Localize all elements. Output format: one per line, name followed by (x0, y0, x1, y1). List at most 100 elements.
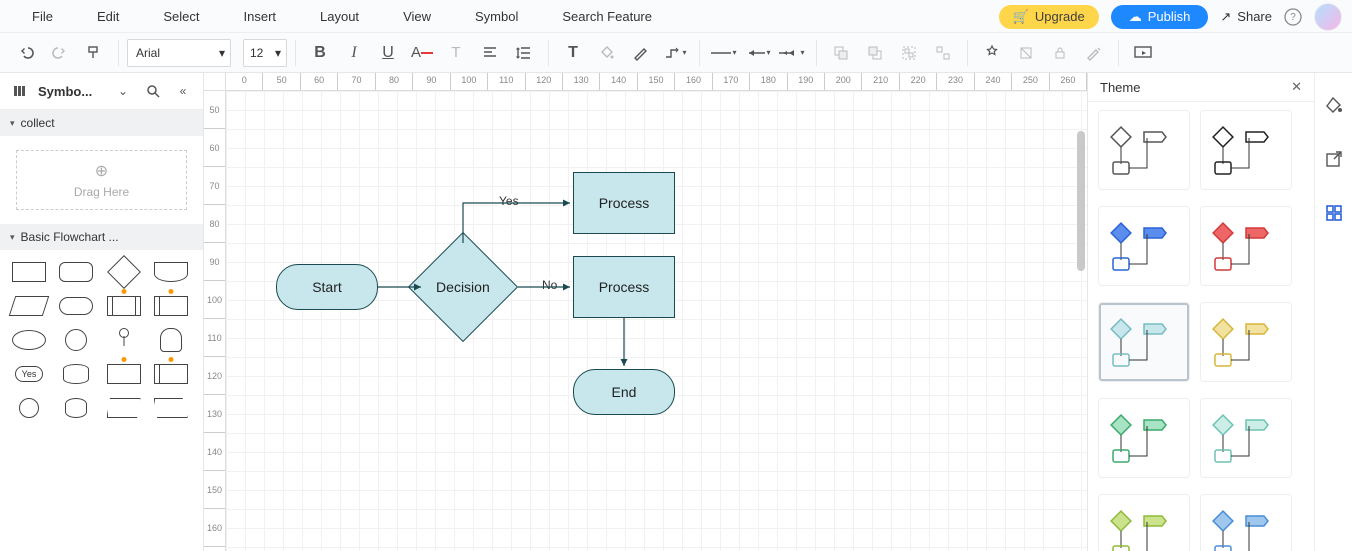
menu-layout[interactable]: Layout (298, 0, 381, 33)
node-process-2[interactable]: Process (573, 256, 675, 318)
insert-text-button[interactable]: T (557, 37, 589, 69)
canvas-vertical-scrollbar[interactable] (1075, 91, 1087, 331)
shape-manual-operation[interactable] (152, 394, 190, 422)
paint-bucket-icon[interactable] (1322, 93, 1346, 117)
section-collect[interactable]: collect (0, 110, 203, 136)
theme-card[interactable] (1098, 206, 1190, 286)
ruler-h-tick: 90 (413, 73, 450, 90)
font-size-select[interactable]: 12 ▾ (243, 39, 287, 67)
shape-database[interactable] (57, 360, 95, 388)
theme-card[interactable] (1200, 110, 1292, 190)
node-start[interactable]: Start (276, 264, 378, 310)
shape-direct-data[interactable] (57, 394, 95, 422)
format-painter-button[interactable] (78, 37, 110, 69)
chevron-down-icon[interactable]: ⌄ (111, 79, 135, 103)
theme-card[interactable] (1098, 398, 1190, 478)
theme-card[interactable] (1200, 302, 1292, 382)
shape-manual-input[interactable] (105, 394, 143, 422)
undo-button[interactable] (10, 37, 42, 69)
shape-person[interactable] (152, 326, 190, 354)
italic-button[interactable]: I (338, 37, 370, 69)
upgrade-button[interactable]: 🛒 Upgrade (999, 5, 1099, 29)
connector-style-button[interactable]: ▾ (659, 37, 691, 69)
group-button[interactable] (893, 37, 925, 69)
shape-circle[interactable] (57, 326, 95, 354)
toolbar: Arial ▾ 12 ▾ B I U A T T ▾ ▾ ▾ ▾ (0, 33, 1352, 73)
share-button[interactable]: ↗ Share (1220, 9, 1272, 25)
shape-predefined-process[interactable] (105, 292, 143, 320)
underline-button[interactable]: U (372, 37, 404, 69)
to-front-button[interactable] (859, 37, 891, 69)
align-button[interactable] (474, 37, 506, 69)
redo-button[interactable] (44, 37, 76, 69)
font-family-select[interactable]: Arial ▾ (127, 39, 231, 67)
shape-parallelogram[interactable] (10, 292, 48, 320)
ruler-corner (204, 73, 226, 91)
theme-card[interactable] (1200, 398, 1292, 478)
presentation-button[interactable] (1127, 37, 1159, 69)
shape-rectangle[interactable] (10, 258, 48, 286)
menu-file[interactable]: File (10, 0, 75, 33)
lock-button[interactable] (1044, 37, 1076, 69)
theme-card[interactable] (1098, 494, 1190, 551)
menu-view[interactable]: View (381, 0, 453, 33)
plus-icon: ⊕ (95, 161, 108, 181)
drawing-canvas[interactable]: Start Decision Process Process End Yes N… (226, 91, 1087, 551)
shape-ellipse[interactable] (10, 326, 48, 354)
ungroup-button[interactable] (927, 37, 959, 69)
to-back-button[interactable] (825, 37, 857, 69)
ruler-h-tick: 220 (900, 73, 937, 90)
shape-card[interactable] (105, 360, 143, 388)
settings-tool-button[interactable] (1078, 37, 1110, 69)
node-end[interactable]: End (573, 369, 675, 415)
menu-insert[interactable]: Insert (222, 0, 299, 33)
ruler-v-tick: 170 (204, 547, 225, 551)
shape-connector[interactable] (10, 394, 48, 422)
menu-search-feature[interactable]: Search Feature (540, 0, 674, 33)
bold-button[interactable]: B (304, 37, 336, 69)
section-basic-flowchart[interactable]: Basic Flowchart ... (0, 224, 203, 250)
font-color-button[interactable]: A (406, 37, 438, 69)
shape-document[interactable] (152, 258, 190, 286)
auto-beautify-button[interactable] (976, 37, 1008, 69)
arrow-end-button[interactable]: ▾ (776, 37, 808, 69)
scroll-thumb[interactable] (1077, 131, 1085, 271)
text-style-button[interactable]: T (440, 37, 472, 69)
shape-decision-label[interactable]: Yes (10, 360, 48, 388)
close-icon[interactable]: ✕ (1291, 79, 1302, 95)
canvas-area[interactable]: 0506070809010011012013014015016017018019… (204, 73, 1087, 551)
shape-internal-storage[interactable] (152, 292, 190, 320)
menu-edit[interactable]: Edit (75, 0, 141, 33)
theme-card[interactable] (1200, 494, 1292, 551)
apps-grid-icon[interactable] (1322, 201, 1346, 225)
font-size-value: 12 (250, 46, 263, 60)
shape-rounded-rectangle[interactable] (57, 258, 95, 286)
menu-select[interactable]: Select (141, 0, 221, 33)
shape-header-card[interactable] (152, 360, 190, 388)
avatar[interactable] (1314, 3, 1342, 31)
line-spacing-button[interactable] (508, 37, 540, 69)
node-process-1[interactable]: Process (573, 172, 675, 234)
theme-list (1088, 102, 1314, 551)
rotate-button[interactable] (1010, 37, 1042, 69)
shape-terminator[interactable] (57, 292, 95, 320)
menu-symbol[interactable]: Symbol (453, 0, 540, 33)
node-decision[interactable]: Decision (408, 232, 518, 342)
help-icon[interactable]: ? (1284, 8, 1302, 26)
theme-card[interactable] (1098, 110, 1190, 190)
drag-here-box[interactable]: ⊕ Drag Here (16, 150, 187, 210)
line-weight-button[interactable]: ▾ (708, 37, 740, 69)
theme-card[interactable] (1200, 206, 1292, 286)
cart-icon: 🛒 (1013, 9, 1029, 25)
line-color-button[interactable] (625, 37, 657, 69)
search-icon[interactable] (141, 79, 165, 103)
arrow-start-button[interactable]: ▾ (742, 37, 774, 69)
fill-color-button[interactable] (591, 37, 623, 69)
collapse-panel-icon[interactable]: « (171, 79, 195, 103)
ruler-h-tick: 110 (488, 73, 525, 90)
theme-card[interactable] (1098, 302, 1190, 382)
export-icon[interactable] (1322, 147, 1346, 171)
shape-actor[interactable] (105, 326, 143, 354)
shape-diamond[interactable] (105, 258, 143, 286)
publish-button[interactable]: ☁ Publish (1111, 5, 1209, 29)
